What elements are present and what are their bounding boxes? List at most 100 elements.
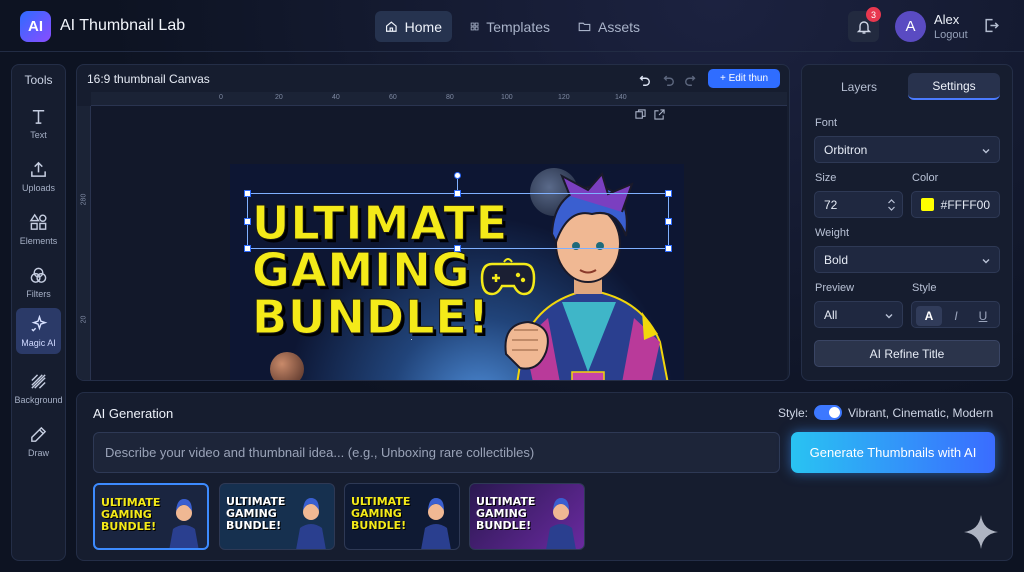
pencil-icon <box>31 426 47 442</box>
folder-icon <box>578 22 591 32</box>
duplicate-icon[interactable] <box>635 109 646 120</box>
tool-label: Filters <box>26 288 51 299</box>
tool-elements[interactable]: Elements <box>16 206 61 252</box>
open-external-icon[interactable] <box>654 109 665 120</box>
generate-thumbnails-button[interactable]: Generate Thumbnails with AI <box>791 432 995 473</box>
bold-button[interactable]: A <box>916 306 942 326</box>
edit-thumbnail-button[interactable]: + Edit thun <box>708 69 780 88</box>
style-toggle-label: Style: <box>778 406 809 420</box>
vertical-ruler: 280 20 <box>77 106 91 380</box>
headline-line: BUNDLE! <box>251 290 490 344</box>
nav-tab-home[interactable]: Home <box>375 11 452 42</box>
nav-tab-label: Assets <box>597 18 640 35</box>
text-icon <box>32 109 45 124</box>
tool-draw[interactable]: Draw <box>16 418 61 464</box>
italic-button[interactable]: I <box>943 306 969 326</box>
resize-handle[interactable] <box>665 245 672 252</box>
size-label: Size <box>815 172 837 184</box>
app-logo[interactable]: AI <box>20 11 51 42</box>
resize-handle[interactable] <box>665 218 672 225</box>
stepper-arrows-icon[interactable] <box>887 198 896 212</box>
ruler-tick: 140 <box>615 94 627 101</box>
preview-label: Preview <box>815 282 855 294</box>
thumbnail-variant[interactable]: ULTIMATE GAMING BUNDLE! <box>469 483 585 550</box>
chevron-down-icon <box>982 259 990 264</box>
tool-label: Elements <box>19 235 58 246</box>
canvas-workspace[interactable]: ULTIMATE GAMING BUNDLE! <box>91 106 787 380</box>
resize-handle[interactable] <box>454 245 461 252</box>
undo-icon[interactable] <box>637 73 651 87</box>
variant-line: BUNDLE! <box>101 520 157 533</box>
logout-link[interactable]: Logout <box>934 29 968 41</box>
resize-handle[interactable] <box>244 245 251 252</box>
ruler-tick: 60 <box>389 94 397 101</box>
variant-character-icon <box>296 498 326 549</box>
canvas-title: 16:9 thumbnail Canvas <box>87 72 210 86</box>
horizontal-ruler: 0 20 40 60 80 100 120 140 <box>91 92 787 106</box>
variant-line: BUNDLE! <box>476 519 532 532</box>
weight-label: Weight <box>815 227 850 239</box>
tools-sidebar: Tools Text Uploads Elements Filters Magi… <box>11 64 66 561</box>
weight-value: Bold <box>824 252 849 267</box>
tool-filters[interactable]: Filters <box>16 259 61 305</box>
logout-icon[interactable] <box>983 17 1000 34</box>
thumbnail-variant[interactable]: ULTIMATE GAMING BUNDLE! <box>93 483 209 550</box>
nav-tab-label: Home <box>404 18 442 35</box>
selection-box[interactable] <box>244 190 672 252</box>
ruler-tick: 280 <box>80 193 88 206</box>
tool-label: Draw <box>27 447 49 458</box>
variant-text: ULTIMATE GAMING BUNDLE! <box>476 496 535 532</box>
tab-settings[interactable]: Settings <box>908 73 1000 100</box>
nav-tab-templates[interactable]: Templates <box>460 11 560 42</box>
headline-line: GAMING <box>251 243 471 297</box>
thumbnail-variant[interactable]: ULTIMATE GAMING BUNDLE! <box>219 483 335 550</box>
ruler-tick: 120 <box>558 94 570 101</box>
planet-decoration <box>270 352 304 380</box>
underline-button[interactable]: U <box>970 306 996 326</box>
resize-handle[interactable] <box>244 190 251 197</box>
ruler-tick: 20 <box>275 94 283 101</box>
tab-layers[interactable]: Layers <box>814 73 904 100</box>
thumbnail-variant[interactable]: ULTIMATE GAMING BUNDLE! <box>344 483 460 550</box>
toggle-knob <box>829 407 840 418</box>
upload-icon <box>31 161 46 177</box>
resize-handle[interactable] <box>454 190 461 197</box>
resize-handle[interactable] <box>244 218 251 225</box>
sparkle-watermark-icon <box>964 515 998 549</box>
variant-line: BUNDLE! <box>226 519 282 532</box>
tool-uploads[interactable]: Uploads <box>16 153 61 199</box>
variant-text: ULTIMATE GAMING BUNDLE! <box>351 496 410 532</box>
background-icon <box>31 373 46 389</box>
tools-title: Tools <box>24 73 53 87</box>
weight-select[interactable]: Bold <box>814 246 1000 273</box>
nav-tab-assets[interactable]: Assets <box>568 11 650 42</box>
thumbnail-canvas[interactable]: ULTIMATE GAMING BUNDLE! <box>230 164 684 380</box>
font-select[interactable]: Orbitron <box>814 136 1000 163</box>
variant-character-icon <box>169 499 199 548</box>
redo-icon[interactable] <box>684 73 698 87</box>
resize-handle[interactable] <box>665 190 672 197</box>
preview-select[interactable]: All <box>814 301 903 328</box>
avatar[interactable]: A <box>895 11 926 42</box>
top-bar: AI AI Thumbnail Lab Home Templates Asset… <box>0 0 1024 52</box>
ai-generation-panel: AI Generation Style: Vibrant, Cinematic,… <box>76 392 1013 561</box>
prompt-input[interactable] <box>93 432 780 473</box>
preview-value: All <box>824 307 838 322</box>
style-value: Vibrant, Cinematic, Modern <box>848 406 994 420</box>
tool-label: Background <box>14 394 63 405</box>
tool-background[interactable]: Background <box>14 365 63 411</box>
tool-label: Uploads <box>21 182 56 193</box>
shapes-icon <box>29 213 47 230</box>
style-toggle[interactable] <box>814 405 842 420</box>
undo-disabled-icon[interactable] <box>661 73 675 87</box>
ai-refine-title-button[interactable]: AI Refine Title <box>814 340 1000 367</box>
tool-text[interactable]: Text <box>16 100 61 146</box>
size-stepper[interactable]: 72 <box>814 191 903 218</box>
font-value: Orbitron <box>824 142 868 157</box>
tool-magic-ai[interactable]: Magic AI <box>16 308 61 354</box>
app-title: AI Thumbnail Lab <box>60 17 186 34</box>
rotation-handle[interactable] <box>454 172 461 179</box>
color-picker[interactable]: #FFFF00 <box>911 191 1000 218</box>
nav-tab-label: Templates <box>486 18 550 35</box>
sparkle-icon <box>31 314 48 332</box>
